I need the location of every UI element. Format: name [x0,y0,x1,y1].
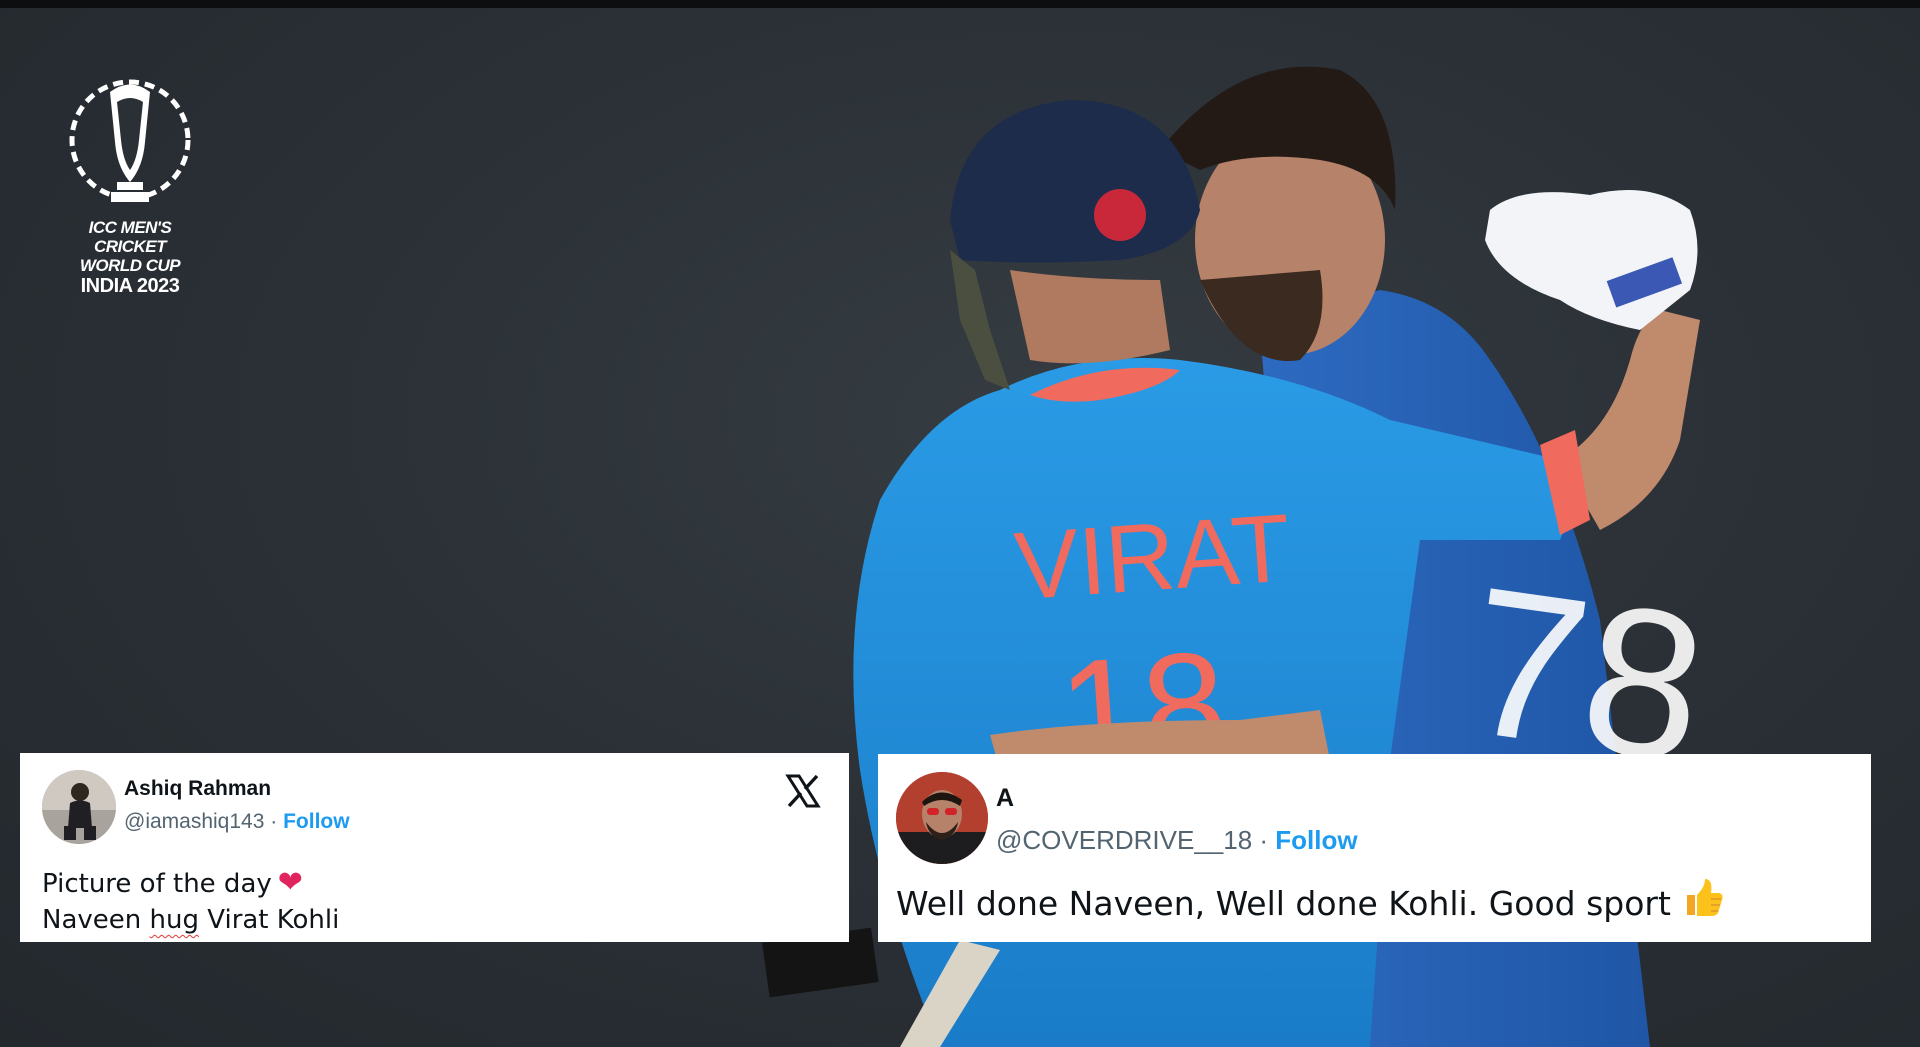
logo-line: ICC MEN'S [88,218,172,237]
separator: · [1259,825,1269,855]
handle-row: @COVERDRIVE__18 · Follow [996,825,1358,856]
logo-line: WORLD CUP [79,256,181,275]
jersey-name: VIRAT [1011,494,1293,620]
user-handle[interactable]: @iamashiq143 [124,810,264,833]
tweet-text-line: Well done Naveen, Well done Kohli. Good … [896,884,1671,923]
world-cup-logo: ICC MEN'S CRICKET WORLD CUP INDIA 2023 [50,72,210,312]
top-border [0,0,1920,8]
user-handle[interactable]: @COVERDRIVE__18 [996,825,1252,855]
avatar[interactable] [896,772,988,864]
tweet-text-line-2: Naveen hug Virat Kohli [42,905,340,935]
player-one-helmet [950,100,1200,263]
spellcheck-underlined-word: hug [149,905,199,935]
display-name[interactable]: A [996,784,1014,813]
tweet-card: A @COVERDRIVE__18 · Follow Well done Nav… [878,754,1871,942]
thumbs-up-icon [1681,875,1725,929]
tweet-text: Picture of the day ❤ Naveen hug Virat Koh… [42,865,339,938]
follow-button[interactable]: Follow [283,810,350,833]
user-avatar-image [42,770,116,844]
red-heart-icon: ❤ [277,865,303,900]
x-logo-icon[interactable] [785,773,821,809]
tweet-text: Well done Naveen, Well done Kohli. Good … [896,875,1725,929]
user-avatar-image [896,772,988,864]
follow-button[interactable]: Follow [1275,825,1357,855]
avatar[interactable] [42,770,116,844]
tweet-card: Ashiq Rahman @iamashiq143 · Follow Pictu… [20,753,849,942]
tweet-text-line: Picture of the day [42,869,272,899]
helmet-badge [1094,189,1146,241]
cricket-world-cup-trophy-icon [69,79,191,202]
helmet-grille [950,250,1010,390]
logo-line: INDIA 2023 [80,275,180,297]
separator: · [270,810,278,833]
logo-line: CRICKET [93,237,167,256]
display-name[interactable]: Ashiq Rahman [124,777,271,801]
player-one-neck [1010,270,1170,364]
handle-row: @iamashiq143 · Follow [124,810,350,834]
